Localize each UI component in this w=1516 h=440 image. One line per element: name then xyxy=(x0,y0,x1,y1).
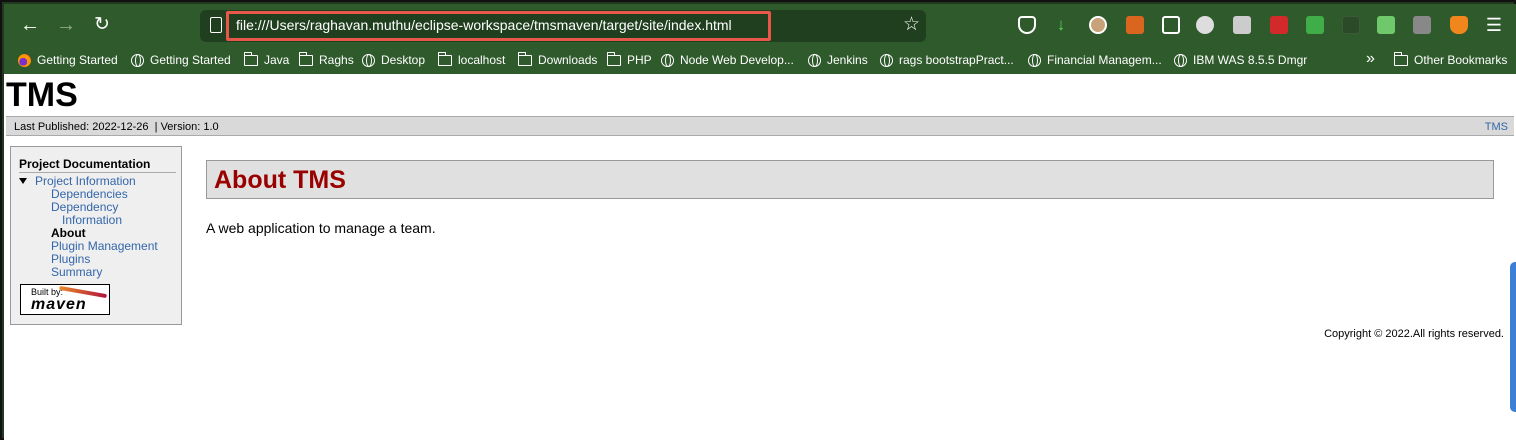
bookmark-label: rags bootstrapPract... xyxy=(899,53,1014,67)
bookmark-label: IBM WAS 8.5.5 Dmgr xyxy=(1193,53,1308,67)
sidebar-title: Project Documentation xyxy=(19,157,176,173)
download-icon[interactable]: ↓ xyxy=(1052,16,1070,34)
reader-icon[interactable] xyxy=(1233,16,1251,34)
copyright-text: Copyright © 2022.All rights reserved. xyxy=(1324,328,1504,340)
published-info: Last Published: 2022-12-26 | Version: 1.… xyxy=(14,121,219,133)
bookmark-item[interactable]: Getting Started xyxy=(18,53,118,67)
ext-orange-icon[interactable] xyxy=(1126,16,1144,34)
other-bookmarks[interactable]: Other Bookmarks xyxy=(1394,51,1508,67)
bookmark-label: Raghs xyxy=(319,53,354,67)
bookmark-label: PHP xyxy=(627,53,652,67)
bookmark-label: Getting Started xyxy=(150,53,231,67)
sidebar-item-about: About xyxy=(51,226,86,240)
forward-button[interactable]: → xyxy=(54,13,78,37)
globe-icon xyxy=(131,53,144,67)
browser-toolbar: ← → ↻ file:///Users/raghavan.muthu/eclip… xyxy=(4,4,1516,46)
banner-bar: Last Published: 2022-12-26 | Version: 1.… xyxy=(6,116,1514,136)
globe-icon xyxy=(1028,53,1041,67)
clipboard-icon[interactable] xyxy=(1162,16,1180,34)
bookmark-item[interactable]: Downloads xyxy=(518,51,598,67)
folder-icon xyxy=(607,51,621,66)
ext-dark-icon[interactable] xyxy=(1342,16,1360,34)
browser-window: ← → ↻ file:///Users/raghavan.muthu/eclip… xyxy=(0,0,1516,440)
sidebar-item-plugins[interactable]: Plugins xyxy=(51,252,90,266)
url-text[interactable]: file:///Users/raghavan.muthu/eclipse-wor… xyxy=(236,17,732,33)
globe-icon xyxy=(362,53,375,67)
ext-green-icon[interactable] xyxy=(1306,16,1324,34)
page-content: TMS Last Published: 2022-12-26 | Version… xyxy=(4,74,1516,440)
maven-wordmark: maven xyxy=(31,296,87,313)
page-icon xyxy=(210,17,222,33)
bookmark-label: Jenkins xyxy=(827,53,868,67)
bookmark-star-icon[interactable]: ☆ xyxy=(903,13,920,36)
sidebar-item-dependencies[interactable]: Dependencies xyxy=(51,187,128,201)
globe-icon xyxy=(808,53,821,67)
ext-red-icon[interactable] xyxy=(1270,16,1288,34)
bookmark-item[interactable]: Desktop xyxy=(362,53,425,67)
bookmark-label: Getting Started xyxy=(37,53,118,67)
bookmark-label: Java xyxy=(264,53,290,67)
sidebar-item-project-information[interactable]: Project Information xyxy=(35,174,136,188)
side-drawer-handle[interactable] xyxy=(1510,262,1516,412)
profile-icon[interactable] xyxy=(1089,16,1107,34)
folder-icon xyxy=(244,51,258,66)
bookmark-item[interactable]: Java xyxy=(244,51,290,67)
bookmark-item[interactable]: IBM WAS 8.5.5 Dmgr xyxy=(1174,53,1307,67)
bookmark-label: Desktop xyxy=(381,53,426,67)
sidebar-item-dependency-information[interactable]: Dependency xyxy=(51,200,118,214)
pocket-icon[interactable] xyxy=(1018,16,1036,34)
bookmark-label: Node Web Develop... xyxy=(680,53,794,67)
sidebar-item-plugin-management[interactable]: Plugin Management xyxy=(51,239,158,253)
ext-dots-icon[interactable] xyxy=(1196,16,1214,34)
tms-link[interactable]: TMS xyxy=(1485,121,1508,133)
folder-icon xyxy=(1394,51,1408,66)
folder-icon xyxy=(299,51,313,66)
bookmarks-bar: Getting Started Getting Started Java Rag… xyxy=(4,46,1516,74)
address-bar[interactable]: file:///Users/raghavan.muthu/eclipse-wor… xyxy=(200,10,926,42)
reload-button[interactable]: ↻ xyxy=(90,13,114,37)
ext-clip-icon[interactable] xyxy=(1377,16,1395,34)
folder-icon xyxy=(518,51,532,66)
bookmark-label: localhost xyxy=(458,53,506,67)
bookmark-item[interactable]: Getting Started xyxy=(131,53,231,67)
globe-icon xyxy=(1174,53,1187,67)
bookmark-label: Financial Managem... xyxy=(1047,53,1162,67)
folder-icon xyxy=(438,51,452,66)
triangle-down-icon[interactable] xyxy=(19,178,27,184)
globe-icon xyxy=(661,53,674,67)
bookmarks-overflow-button[interactable]: » xyxy=(1366,50,1375,68)
content-text: A web application to manage a team. xyxy=(206,220,436,236)
sidebar-nav: Project Documentation Project Informatio… xyxy=(10,146,182,325)
bookmark-item[interactable]: Financial Managem... xyxy=(1028,53,1162,67)
bookmark-item[interactable]: localhost xyxy=(438,51,506,67)
bookmark-item[interactable]: PHP xyxy=(607,51,652,67)
sidebar-item-dependency-information[interactable]: Information xyxy=(62,213,122,227)
ext-tool-icon[interactable] xyxy=(1413,16,1431,34)
globe-icon xyxy=(880,53,893,67)
page-title: About TMS xyxy=(214,166,346,194)
bookmark-item[interactable]: Node Web Develop... xyxy=(661,53,794,67)
firefox-icon xyxy=(18,53,31,67)
bookmark-item[interactable]: Jenkins xyxy=(808,53,868,67)
back-button[interactable]: ← xyxy=(18,13,42,37)
maven-logo[interactable]: Built by: maven xyxy=(20,284,110,315)
menu-icon[interactable]: ☰ xyxy=(1485,16,1503,34)
bookmark-item[interactable]: Raghs xyxy=(299,51,354,67)
sidebar-item-summary[interactable]: Summary xyxy=(51,265,102,279)
bookmark-label: Downloads xyxy=(538,53,598,67)
site-title: TMS xyxy=(6,76,78,114)
bookmark-label: Other Bookmarks xyxy=(1414,53,1508,67)
bookmark-item[interactable]: rags bootstrapPract... xyxy=(880,53,1014,67)
metamask-icon[interactable] xyxy=(1450,16,1468,34)
content-header: About TMS xyxy=(206,160,1494,199)
